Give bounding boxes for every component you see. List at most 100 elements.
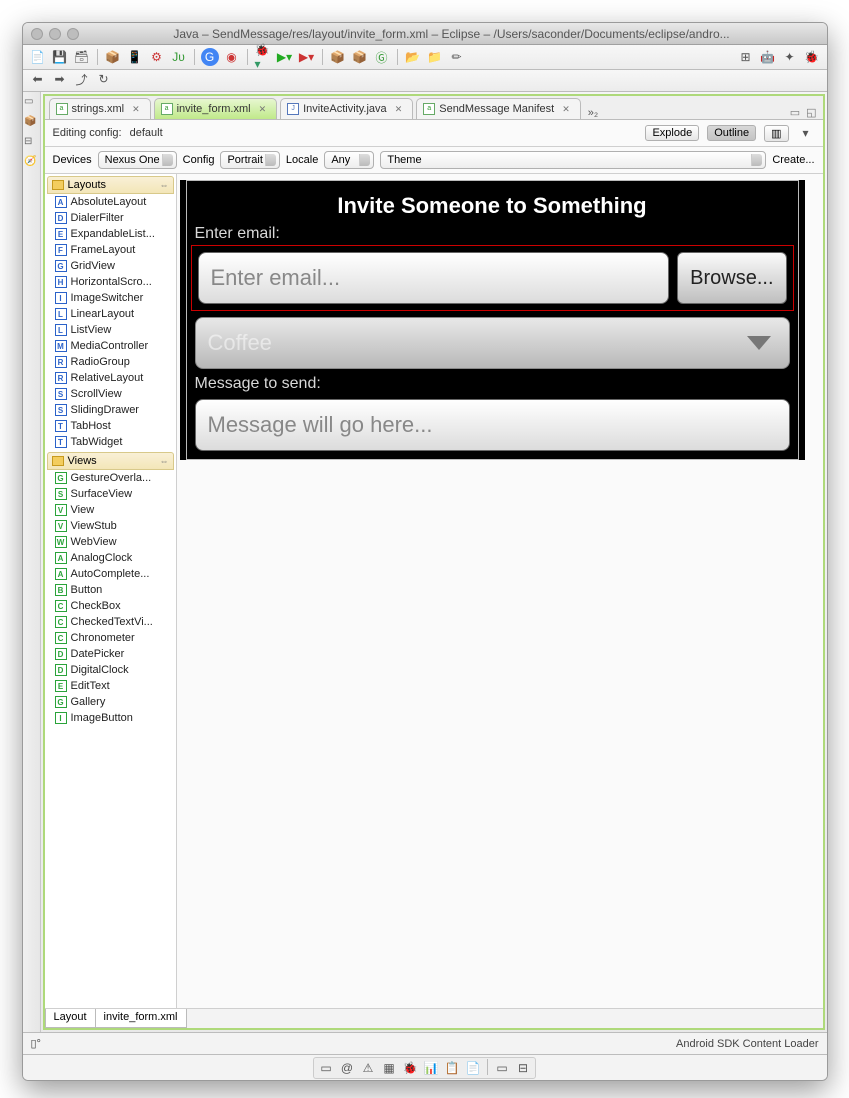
back-icon[interactable]: ⬅ [29,70,47,88]
trim-hier-icon[interactable]: ⊟ [24,136,38,150]
heap-icon[interactable]: 📊 [422,1059,440,1077]
palette-item[interactable]: HHorizontalScro... [45,274,176,290]
layouts-drawer[interactable]: Layouts ⇔ [47,176,174,194]
wand-icon[interactable]: ✏ [448,48,466,66]
debug-icon[interactable]: 🐞▾ [254,48,272,66]
palette-item[interactable]: FFrameLayout [45,242,176,258]
close-icon[interactable]: ✕ [132,104,140,115]
palette-item[interactable]: RRelativeLayout [45,370,176,386]
palette-item[interactable]: GGestureOverla... [45,470,176,486]
tabs-overflow[interactable]: »₂ [588,107,598,119]
device-select[interactable]: Nexus One [98,151,177,169]
outline-button[interactable]: Outline [707,125,756,141]
views-drawer[interactable]: Views ⇔ [47,452,174,470]
external-icon[interactable]: ▶▾ [298,48,316,66]
palette-item[interactable]: SScrollView [45,386,176,402]
minimize-icon[interactable]: ▭ [790,106,800,119]
type-icon[interactable]: 📦 [351,48,369,66]
palette-item[interactable]: EExpandableList... [45,226,176,242]
close-traffic-icon[interactable] [31,28,43,40]
palette-item[interactable]: AAutoComplete... [45,566,176,582]
palette-item[interactable]: CCheckBox [45,598,176,614]
devices-icon[interactable]: ▦ [380,1059,398,1077]
palette-item[interactable]: CCheckedTextVi... [45,614,176,630]
minimize-traffic-icon[interactable] [49,28,61,40]
palette-item[interactable]: WWebView [45,534,176,550]
palette-item[interactable]: GGridView [45,258,176,274]
package-icon[interactable]: 📦 [329,48,347,66]
canvas-mode-icon[interactable]: ▥ [764,125,788,142]
create-button[interactable]: Create... [772,154,814,166]
junit-icon[interactable]: Jυ [170,48,188,66]
android-icon[interactable]: 🤖 [759,48,777,66]
editor-tab[interactable]: JInviteActivity.java✕ [280,98,413,119]
palette-item[interactable]: LLinearLayout [45,306,176,322]
browse-button[interactable]: Browse... [677,252,786,304]
search-icon[interactable]: G [201,48,219,66]
palette-item[interactable]: LListView [45,322,176,338]
palette-item[interactable]: VViewStub [45,518,176,534]
up-icon[interactable]: ⤴ [73,70,91,88]
config-select[interactable]: Portrait [220,151,279,169]
refresh-icon[interactable]: ↻ [95,70,113,88]
theme-select[interactable]: Theme [380,151,766,169]
folder-icon[interactable]: 📁 [426,48,444,66]
collapse-icon[interactable]: ⇔ [160,456,169,466]
at-icon[interactable]: @ [338,1059,356,1077]
menu-icon[interactable]: ▾ [797,124,815,142]
console-icon[interactable]: ▭ [317,1059,335,1077]
perspective-icon[interactable]: ⊞ [737,48,755,66]
zoom-traffic-icon[interactable] [67,28,79,40]
analytics-icon[interactable]: ◉ [223,48,241,66]
palette-item[interactable]: SSlidingDrawer [45,402,176,418]
bug-icon[interactable]: 🐞 [401,1059,419,1077]
open-icon[interactable]: 📂 [404,48,422,66]
file-icon[interactable]: 📄 [464,1059,482,1077]
palette-item[interactable]: AAbsoluteLayout [45,194,176,210]
alloc-icon[interactable]: 📋 [443,1059,461,1077]
new-icon[interactable]: 📄 [29,48,47,66]
collapse-icon[interactable]: ⇔ [160,180,169,190]
status-left-icon[interactable]: ▯° [31,1037,41,1050]
palette-item[interactable]: VView [45,502,176,518]
palette-item[interactable]: BButton [45,582,176,598]
palette-item[interactable]: DDigitalClock [45,662,176,678]
editor-tab[interactable]: ainvite_form.xml✕ [154,98,278,119]
palette-item[interactable]: RRadioGroup [45,354,176,370]
event-spinner[interactable]: Coffee [195,317,790,369]
debug-persp-icon[interactable]: 🐞 [803,48,821,66]
palette-item[interactable]: TTabHost [45,418,176,434]
lint-icon[interactable]: ⚙ [148,48,166,66]
trim-restore-icon[interactable]: ▭ [24,96,38,110]
problems-icon[interactable]: ⚠ [359,1059,377,1077]
layout-canvas[interactable]: Invite Someone to Something Enter email:… [180,180,805,460]
trim-pkg-icon[interactable]: 📦 [24,116,38,130]
run-icon[interactable]: ▶▾ [276,48,294,66]
palette-item[interactable]: MMediaController [45,338,176,354]
palette-item[interactable]: IImageSwitcher [45,290,176,306]
close-icon[interactable]: ✕ [395,104,403,115]
maximize-icon[interactable]: ◱ [806,106,816,119]
close-icon[interactable]: ✕ [259,104,267,115]
tab-xml[interactable]: invite_form.xml [95,1009,187,1028]
explode-button[interactable]: Explode [645,125,699,141]
locale-select[interactable]: Any [324,151,374,169]
palette-item[interactable]: TTabWidget [45,434,176,450]
palette-item[interactable]: DDialerFilter [45,210,176,226]
palette-item[interactable]: SSurfaceView [45,486,176,502]
editor-tab[interactable]: astrings.xml✕ [49,98,151,119]
class-icon[interactable]: Ⓖ [373,48,391,66]
email-field[interactable]: Enter email... [198,252,670,304]
palette-item[interactable]: DDatePicker [45,646,176,662]
tab-layout[interactable]: Layout [45,1009,96,1028]
outline-icon[interactable]: ▭ [493,1059,511,1077]
close-icon[interactable]: ✕ [562,104,570,115]
fwd-icon[interactable]: ➡ [51,70,69,88]
save-icon[interactable]: 💾 [51,48,69,66]
props-icon[interactable]: ⊟ [514,1059,532,1077]
save-all-icon[interactable]: 🗃 [73,48,91,66]
palette-item[interactable]: GGallery [45,694,176,710]
message-field[interactable]: Message will go here... [195,399,790,451]
palette-item[interactable]: AAnalogClock [45,550,176,566]
star-icon[interactable]: ✦ [781,48,799,66]
